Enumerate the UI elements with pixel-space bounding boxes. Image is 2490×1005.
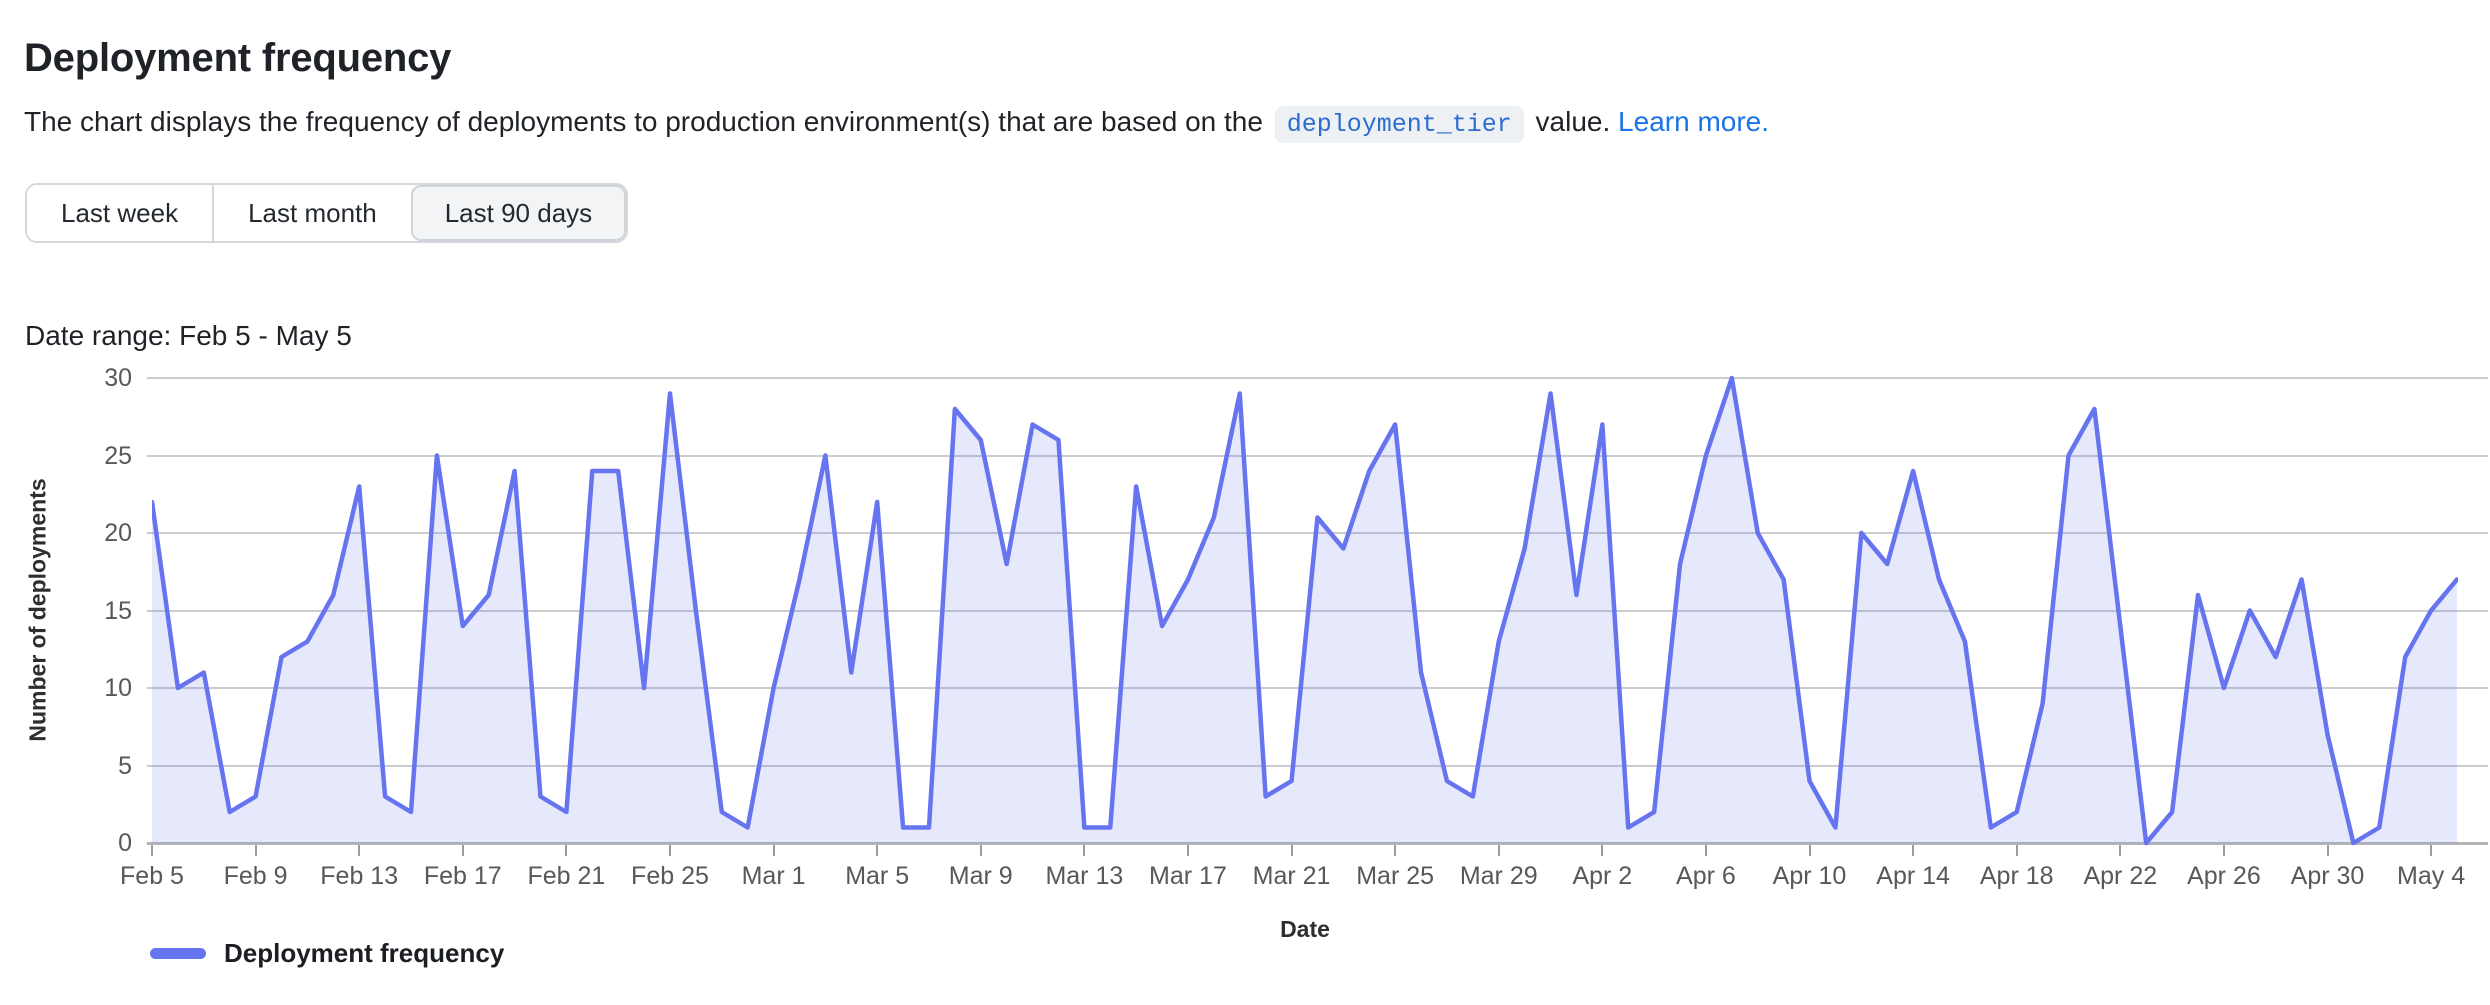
y-tick-label-15: 15 [52, 596, 132, 626]
area-fill [152, 378, 2457, 843]
y-tick-label-25: 25 [52, 441, 132, 471]
chart-legend: Deployment frequency [150, 938, 504, 969]
y-axis-title: Number of deployments [25, 478, 52, 741]
x-axis-title: Date [1245, 916, 1365, 943]
y-tick-label-5: 5 [52, 751, 132, 781]
x-tick-label-may-4: May 4 [2361, 862, 2490, 891]
deployment-frequency-page: Deployment frequency The chart displays … [0, 0, 2490, 1005]
chart-plot-area[interactable] [152, 365, 2458, 865]
y-tick-label-30: 30 [52, 363, 132, 393]
y-tick-label-20: 20 [52, 518, 132, 548]
deployment-frequency-chart: 051015202530Feb 5Feb 9Feb 13Feb 17Feb 21… [0, 0, 2490, 1005]
y-tick-label-0: 0 [52, 828, 132, 858]
legend-swatch-icon [150, 948, 206, 959]
legend-label: Deployment frequency [224, 938, 504, 969]
y-tick-label-10: 10 [52, 673, 132, 703]
